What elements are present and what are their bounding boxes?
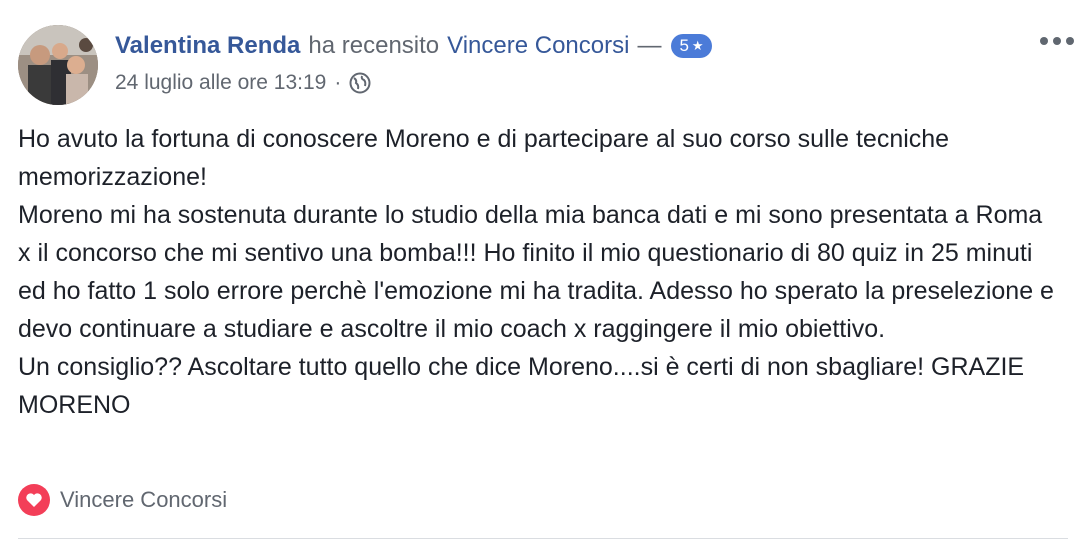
rating-value: 5 <box>679 36 689 55</box>
globe-icon[interactable] <box>349 72 371 94</box>
review-post: Valentina Renda ha recensito Vincere Con… <box>0 0 1084 543</box>
avatar[interactable] <box>18 25 98 105</box>
dot <box>1066 37 1074 45</box>
rating-badge: 5 ★ <box>671 34 712 58</box>
review-verb: ha recensito <box>308 32 440 59</box>
author-name-link[interactable]: Valentina Renda <box>115 30 300 62</box>
review-text: Ho avuto la fortuna di conoscere Moreno … <box>18 120 1058 424</box>
dot <box>1040 37 1048 45</box>
post-timestamp-link[interactable]: 24 luglio alle ore 13:19 <box>115 68 326 98</box>
divider <box>18 538 1068 539</box>
more-options-icon[interactable] <box>1040 35 1074 47</box>
post-header: Valentina Renda ha recensito Vincere Con… <box>115 30 712 62</box>
heart-icon <box>18 484 50 516</box>
reaction-label: Vincere Concorsi <box>60 487 228 512</box>
review-paragraph: Un consiglio?? Ascoltare tutto quello ch… <box>18 353 1025 419</box>
review-paragraph: Ho avuto la fortuna di conoscere Moreno … <box>18 125 950 191</box>
meta-separator: · <box>334 71 342 94</box>
header-dash: — <box>637 32 662 59</box>
review-paragraph: Moreno mi ha sostenuta durante lo studio… <box>18 201 1054 343</box>
page-name-link[interactable]: Vincere Concorsi <box>447 30 629 62</box>
dot <box>1053 37 1061 45</box>
star-icon: ★ <box>691 38 704 53</box>
reactions-row[interactable]: Vincere Concorsi <box>18 484 227 516</box>
post-meta: 24 luglio alle ore 13:19 · <box>115 68 371 98</box>
